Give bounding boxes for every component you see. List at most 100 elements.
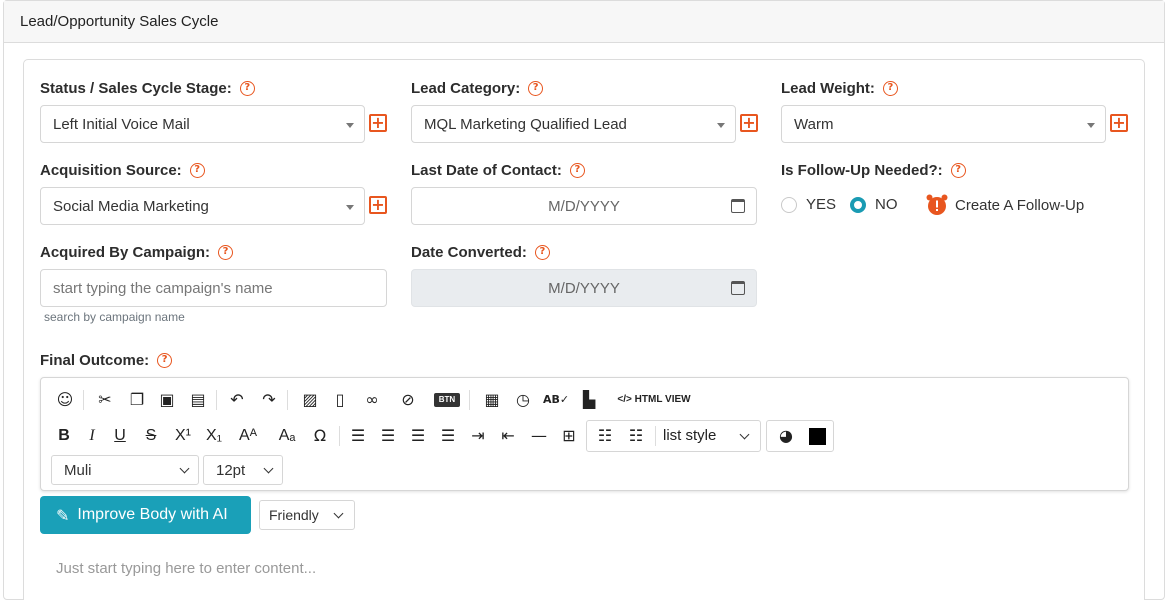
link-icon[interactable]: ∞ <box>361 390 383 410</box>
radio-circle[interactable] <box>781 196 797 213</box>
calendar-icon <box>731 281 745 295</box>
spellcheck-icon[interactable]: AB✓ <box>543 390 569 410</box>
palette-icon[interactable]: ◕ <box>775 426 797 446</box>
campaign-input[interactable] <box>40 269 387 307</box>
tone-select[interactable]: Friendly <box>259 500 355 530</box>
subscript-icon[interactable]: X₁ <box>202 426 226 446</box>
numbered-list-icon[interactable]: ☷ <box>625 426 647 446</box>
help-icon[interactable]: ? <box>189 163 205 178</box>
outdent-icon[interactable]: ⇤ <box>497 426 519 446</box>
unlink-icon[interactable]: ⊘ <box>397 390 419 410</box>
help-icon[interactable]: ? <box>239 81 255 96</box>
bullet-list-icon[interactable]: ☷ <box>594 426 616 446</box>
superscript-icon[interactable]: X¹ <box>171 426 195 446</box>
pdf-icon[interactable]: ▙ <box>578 390 600 410</box>
bold-icon[interactable]: B <box>53 426 75 446</box>
improve-body-ai-button[interactable]: ✎ Improve Body with AI <box>40 496 251 534</box>
copy-icon[interactable]: ❐ <box>126 390 148 410</box>
font-size-select[interactable]: 12pt <box>203 455 283 485</box>
list-style-label: list style <box>663 427 717 444</box>
clock-icon[interactable]: ◷ <box>512 390 534 410</box>
font-family-value: Muli <box>64 461 92 479</box>
help-icon[interactable]: ? <box>157 353 173 368</box>
emoji-icon[interactable]: ☺ <box>54 390 76 410</box>
lead-weight-value: Warm <box>794 115 834 133</box>
last-contact-date-input[interactable]: M/D/YYYY <box>411 187 757 225</box>
horizontal-rule-icon[interactable]: — <box>528 426 550 446</box>
redo-icon[interactable]: ↷ <box>258 390 280 410</box>
paste-text-icon[interactable]: ▤ <box>187 390 209 410</box>
create-follow-up-link[interactable]: Create A Follow-Up <box>925 193 1084 217</box>
text-color-swatch[interactable] <box>809 428 826 445</box>
toolbar-divider <box>469 390 470 410</box>
campaign-label-text: Acquired By Campaign: <box>40 244 211 261</box>
calendar-icon[interactable] <box>731 199 745 213</box>
caret-down-icon <box>717 123 725 128</box>
chevron-down-icon <box>179 463 190 474</box>
toolbar-divider <box>287 390 288 410</box>
acquisition-source-value: Social Media Marketing <box>53 197 209 215</box>
html-view-button[interactable]: </> HTML VIEW <box>611 390 697 410</box>
acquisition-source-label-text: Acquisition Source: <box>40 162 182 179</box>
add-status-icon[interactable]: + <box>369 114 387 132</box>
radio-circle-selected[interactable] <box>850 196 866 213</box>
lowercase-icon[interactable]: Aₐ <box>274 426 300 446</box>
list-style-dropdown[interactable]: list style <box>663 426 753 446</box>
status-value: Left Initial Voice Mail <box>53 115 190 133</box>
help-icon[interactable]: ? <box>528 81 544 96</box>
undo-icon[interactable]: ↶ <box>226 390 248 410</box>
panel-title: Lead/Opportunity Sales Cycle <box>20 13 219 30</box>
date-converted-input: M/D/YYYY <box>411 269 757 307</box>
font-family-select[interactable]: Muli <box>51 455 199 485</box>
follow-up-label-text: Is Follow-Up Needed?: <box>781 162 943 179</box>
calendar-insert-icon[interactable]: ▦ <box>481 390 503 410</box>
indent-icon[interactable]: ⇥ <box>467 426 489 446</box>
lead-weight-select[interactable]: Warm <box>781 105 1106 143</box>
image-icon[interactable]: ▨ <box>299 390 321 410</box>
list-group: ☷ ☷ list style <box>586 420 761 452</box>
align-left-icon[interactable]: ☰ <box>347 426 369 446</box>
add-acquisition-source-icon[interactable]: + <box>369 196 387 214</box>
add-lead-weight-icon[interactable]: + <box>1110 114 1128 132</box>
acquisition-source-select[interactable]: Social Media Marketing <box>40 187 365 225</box>
status-label-text: Status / Sales Cycle Stage: <box>40 80 232 97</box>
italic-icon[interactable]: I <box>81 426 103 446</box>
add-lead-category-icon[interactable]: + <box>740 114 758 132</box>
campaign-text-field[interactable] <box>53 279 374 297</box>
final-outcome-label: Final Outcome:? <box>40 352 173 369</box>
chevron-down-icon <box>263 463 274 474</box>
magic-wand-icon: ✎ <box>56 505 70 525</box>
no-label: NO <box>875 196 898 213</box>
date-converted-label: Date Converted:? <box>411 244 550 261</box>
cut-icon[interactable]: ✂ <box>94 390 116 410</box>
help-icon[interactable]: ? <box>218 245 234 260</box>
align-right-icon[interactable]: ☰ <box>407 426 429 446</box>
toolbar-divider <box>339 426 340 446</box>
align-center-icon[interactable]: ☰ <box>377 426 399 446</box>
follow-up-yes-radio[interactable]: YES <box>781 196 836 213</box>
uppercase-icon[interactable]: Aᴬ <box>235 426 261 446</box>
table-icon[interactable]: ⊞ <box>558 426 580 446</box>
status-label: Status / Sales Cycle Stage:? <box>40 80 255 97</box>
button-insert-icon[interactable]: BTN <box>434 393 460 407</box>
document-icon[interactable]: ▯ <box>329 390 351 410</box>
paste-icon[interactable]: ▣ <box>156 390 178 410</box>
special-characters-icon[interactable]: Ω <box>309 426 331 446</box>
help-icon[interactable]: ? <box>950 163 966 178</box>
final-outcome-label-text: Final Outcome: <box>40 352 150 369</box>
help-icon[interactable]: ? <box>882 81 898 96</box>
lead-category-select[interactable]: MQL Marketing Qualified Lead <box>411 105 736 143</box>
editor-content-area[interactable]: Just start typing here to enter content.… <box>56 560 316 577</box>
strikethrough-icon[interactable]: S <box>140 426 162 446</box>
underline-icon[interactable]: U <box>109 426 131 446</box>
status-select[interactable]: Left Initial Voice Mail <box>40 105 365 143</box>
lead-category-value: MQL Marketing Qualified Lead <box>424 115 627 133</box>
date-converted-label-text: Date Converted: <box>411 244 527 261</box>
toolbar-divider <box>83 390 84 410</box>
follow-up-no-radio[interactable]: NO <box>850 196 898 213</box>
caret-down-icon <box>346 123 354 128</box>
help-icon[interactable]: ? <box>534 245 550 260</box>
help-icon[interactable]: ? <box>569 163 585 178</box>
align-justify-icon[interactable]: ☰ <box>437 426 459 446</box>
sales-cycle-card: Status / Sales Cycle Stage:? Left Initia… <box>23 59 1145 600</box>
